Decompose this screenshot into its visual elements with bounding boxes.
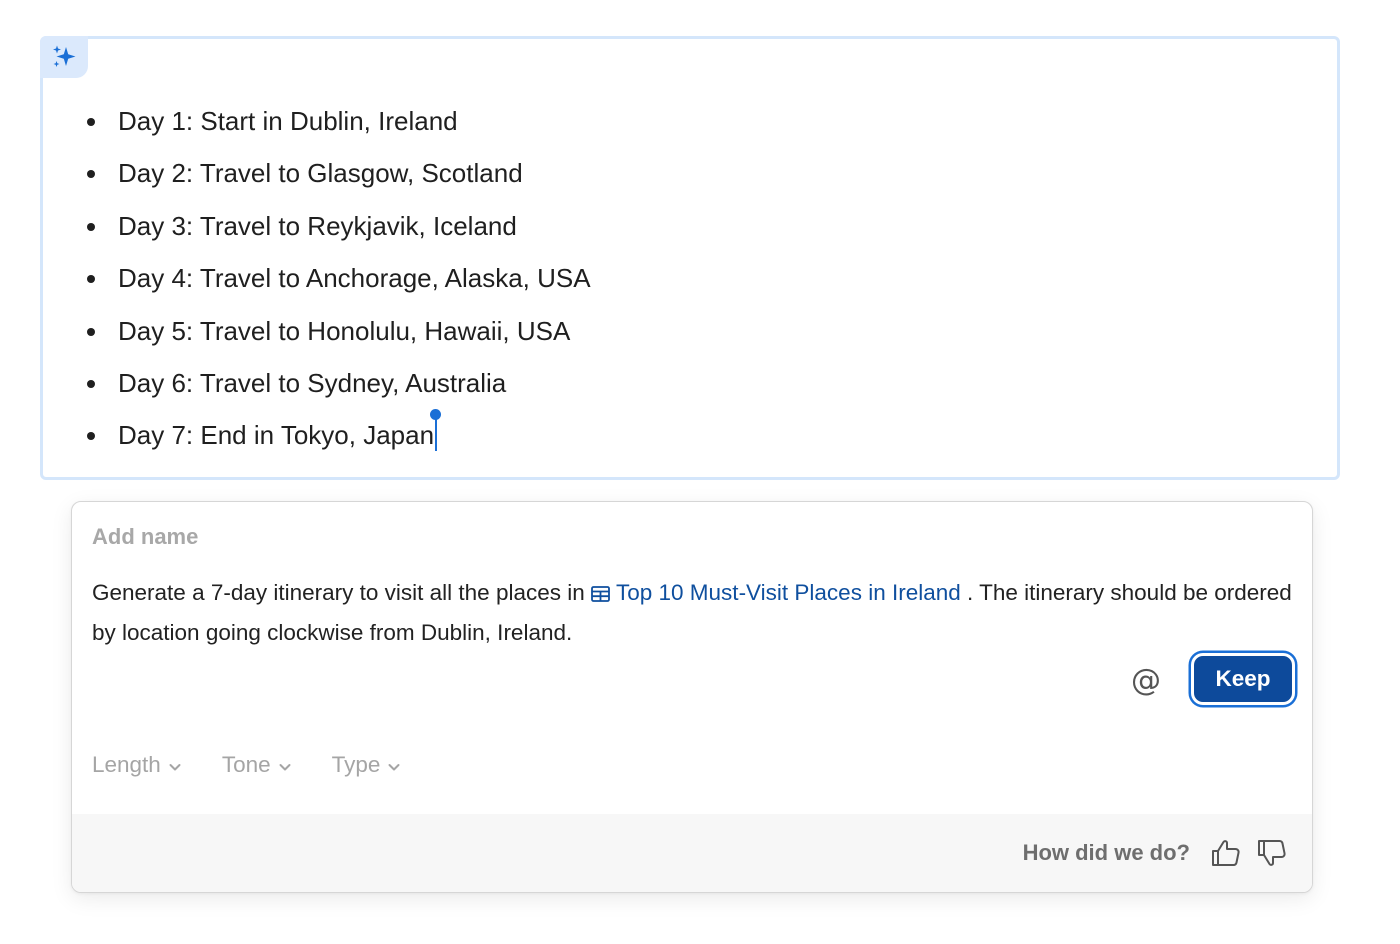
prompt-text[interactable]: Generate a 7-day itinerary to visit all …	[92, 574, 1292, 651]
list-item-text: Day 5: Travel to Honolulu, Hawaii, USA	[118, 315, 571, 346]
tone-label: Tone	[221, 752, 271, 777]
list-item: Day 6: Travel to Sydney, Australia	[85, 357, 591, 409]
list-item: Day 5: Travel to Honolulu, Hawaii, USA	[85, 305, 591, 357]
keep-button-label: Keep	[1215, 666, 1271, 691]
feedback-label: How did we do?	[1022, 840, 1190, 865]
list-item: Day 4: Travel to Anchorage, Alaska, USA	[85, 252, 591, 304]
at-icon: @	[1131, 662, 1161, 698]
list-item-text: Day 4: Travel to Anchorage, Alaska, USA	[118, 263, 591, 294]
feedback-bar: How did we do?	[72, 814, 1312, 892]
sparkle-icon	[40, 36, 88, 78]
list-item-text: Day 6: Travel to Sydney, Australia	[118, 368, 507, 399]
prompt-card: Generate a 7-day itinerary to visit all …	[71, 501, 1313, 893]
ai-response-block: Day 1: Start in Dublin, Ireland Day 2: T…	[40, 36, 1340, 480]
list-item-text: Day 3: Travel to Reykjavik, Iceland	[118, 210, 517, 241]
thumbs-down-icon[interactable]	[1255, 836, 1289, 870]
mention-button[interactable]: @	[1126, 660, 1166, 700]
prompt-text-before: Generate a 7-day itinerary to visit all …	[92, 580, 591, 605]
text-cursor[interactable]	[430, 409, 442, 452]
length-dropdown[interactable]: Length	[92, 752, 182, 778]
generation-options: Length Tone Type	[92, 752, 401, 778]
list-item-text: Day 7: End in Tokyo, Japan	[118, 420, 435, 451]
list-item: Day 2: Travel to Glasgow, Scotland	[85, 147, 591, 199]
thumbs-up-icon[interactable]	[1209, 836, 1243, 870]
length-label: Length	[92, 752, 161, 777]
itinerary-list: Day 1: Start in Dublin, Ireland Day 2: T…	[85, 95, 591, 462]
list-item-text: Day 2: Travel to Glasgow, Scotland	[118, 158, 523, 189]
page-mention-link[interactable]: Top 10 Must-Visit Places in Ireland	[591, 580, 961, 605]
list-item: Day 3: Travel to Reykjavik, Iceland	[85, 200, 591, 252]
tone-dropdown[interactable]: Tone	[222, 752, 292, 778]
name-input[interactable]	[92, 524, 692, 550]
chevron-down-icon	[387, 752, 401, 778]
page-mention-label: Top 10 Must-Visit Places in Ireland	[616, 580, 961, 605]
list-item-text: Day 1: Start in Dublin, Ireland	[118, 106, 458, 136]
type-dropdown[interactable]: Type	[332, 752, 402, 778]
table-icon	[591, 576, 610, 614]
chevron-down-icon	[168, 752, 182, 778]
type-label: Type	[331, 752, 381, 777]
keep-button[interactable]: Keep	[1191, 653, 1295, 705]
list-item: Day 1: Start in Dublin, Ireland	[85, 95, 591, 147]
list-item: Day 7: End in Tokyo, Japan	[85, 409, 591, 461]
chevron-down-icon	[278, 752, 292, 778]
